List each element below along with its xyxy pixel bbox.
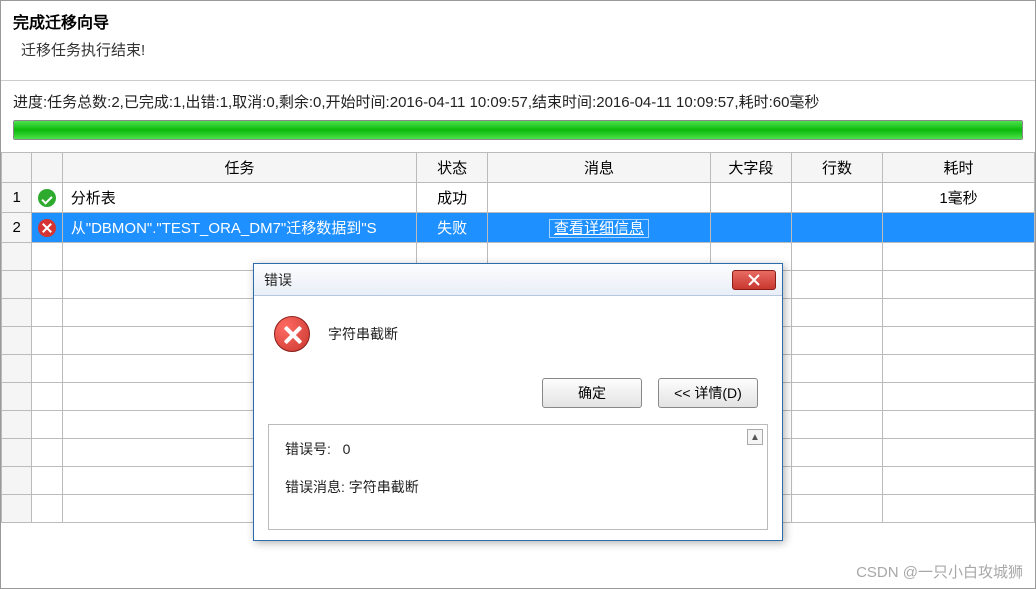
dialog-message: 字符串截断 [328,324,398,344]
progress-bar-fill [14,121,1022,139]
status-cell: 成功 [417,183,488,213]
col-icon [32,153,62,183]
error-icon [274,316,310,352]
lob-cell [710,213,791,243]
row-number: 1 [2,183,32,213]
time-cell: 1毫秒 [883,183,1035,213]
close-button[interactable] [732,270,776,290]
success-icon [38,189,56,207]
error-number-value: 0 [343,441,351,457]
col-lob: 大字段 [710,153,791,183]
table-row[interactable]: 2 从"DBMON"."TEST_ORA_DM7"迁移数据到"S 失败 查看详细… [2,213,1035,243]
dialog-title: 错误 [264,270,292,290]
rows-cell [791,213,882,243]
time-cell [883,213,1035,243]
dialog-titlebar[interactable]: 错误 [254,264,782,296]
task-cell: 分析表 [62,183,416,213]
col-message: 消息 [488,153,711,183]
close-icon [748,274,760,286]
scroll-up-button[interactable]: ▲ [747,429,763,445]
dialog-details-panel: ▲ 错误号: 0 错误消息: 字符串截断 [268,424,768,530]
error-message-value: 字符串截断 [349,479,419,495]
col-status: 状态 [417,153,488,183]
ok-button[interactable]: 确定 [542,378,642,408]
error-message-label: 错误消息: [285,479,345,495]
error-dialog: 错误 字符串截断 确定 << 详情(D) ▲ 错误号: 0 错误消息: 字符串截… [253,263,783,541]
col-task: 任务 [62,153,416,183]
lob-cell [710,183,791,213]
progress-bar [13,120,1023,140]
details-button[interactable]: << 详情(D) [658,378,758,408]
progress-summary: 进度:任务总数:2,已完成:1,出错:1,取消:0,剩余:0,开始时间:2016… [13,87,1023,120]
watermark: CSDN @一只小白攻城狮 [856,561,1023,582]
row-number: 2 [2,213,32,243]
view-detail-link[interactable]: 查看详细信息 [549,219,649,238]
table-row[interactable]: 1 分析表 成功 1毫秒 [2,183,1035,213]
message-cell[interactable]: 查看详细信息 [488,213,711,243]
col-time: 耗时 [883,153,1035,183]
error-icon [38,219,56,237]
page-title: 完成迁移向导 [13,9,1023,33]
message-cell [488,183,711,213]
status-icon-cell [32,213,62,243]
page-subtitle: 迁移任务执行结束! [13,33,1023,64]
col-rows: 行数 [791,153,882,183]
error-number-label: 错误号: [285,441,331,457]
rows-cell [791,183,882,213]
task-cell: 从"DBMON"."TEST_ORA_DM7"迁移数据到"S [62,213,416,243]
status-icon-cell [32,183,62,213]
col-rownum [2,153,32,183]
status-cell: 失败 [417,213,488,243]
